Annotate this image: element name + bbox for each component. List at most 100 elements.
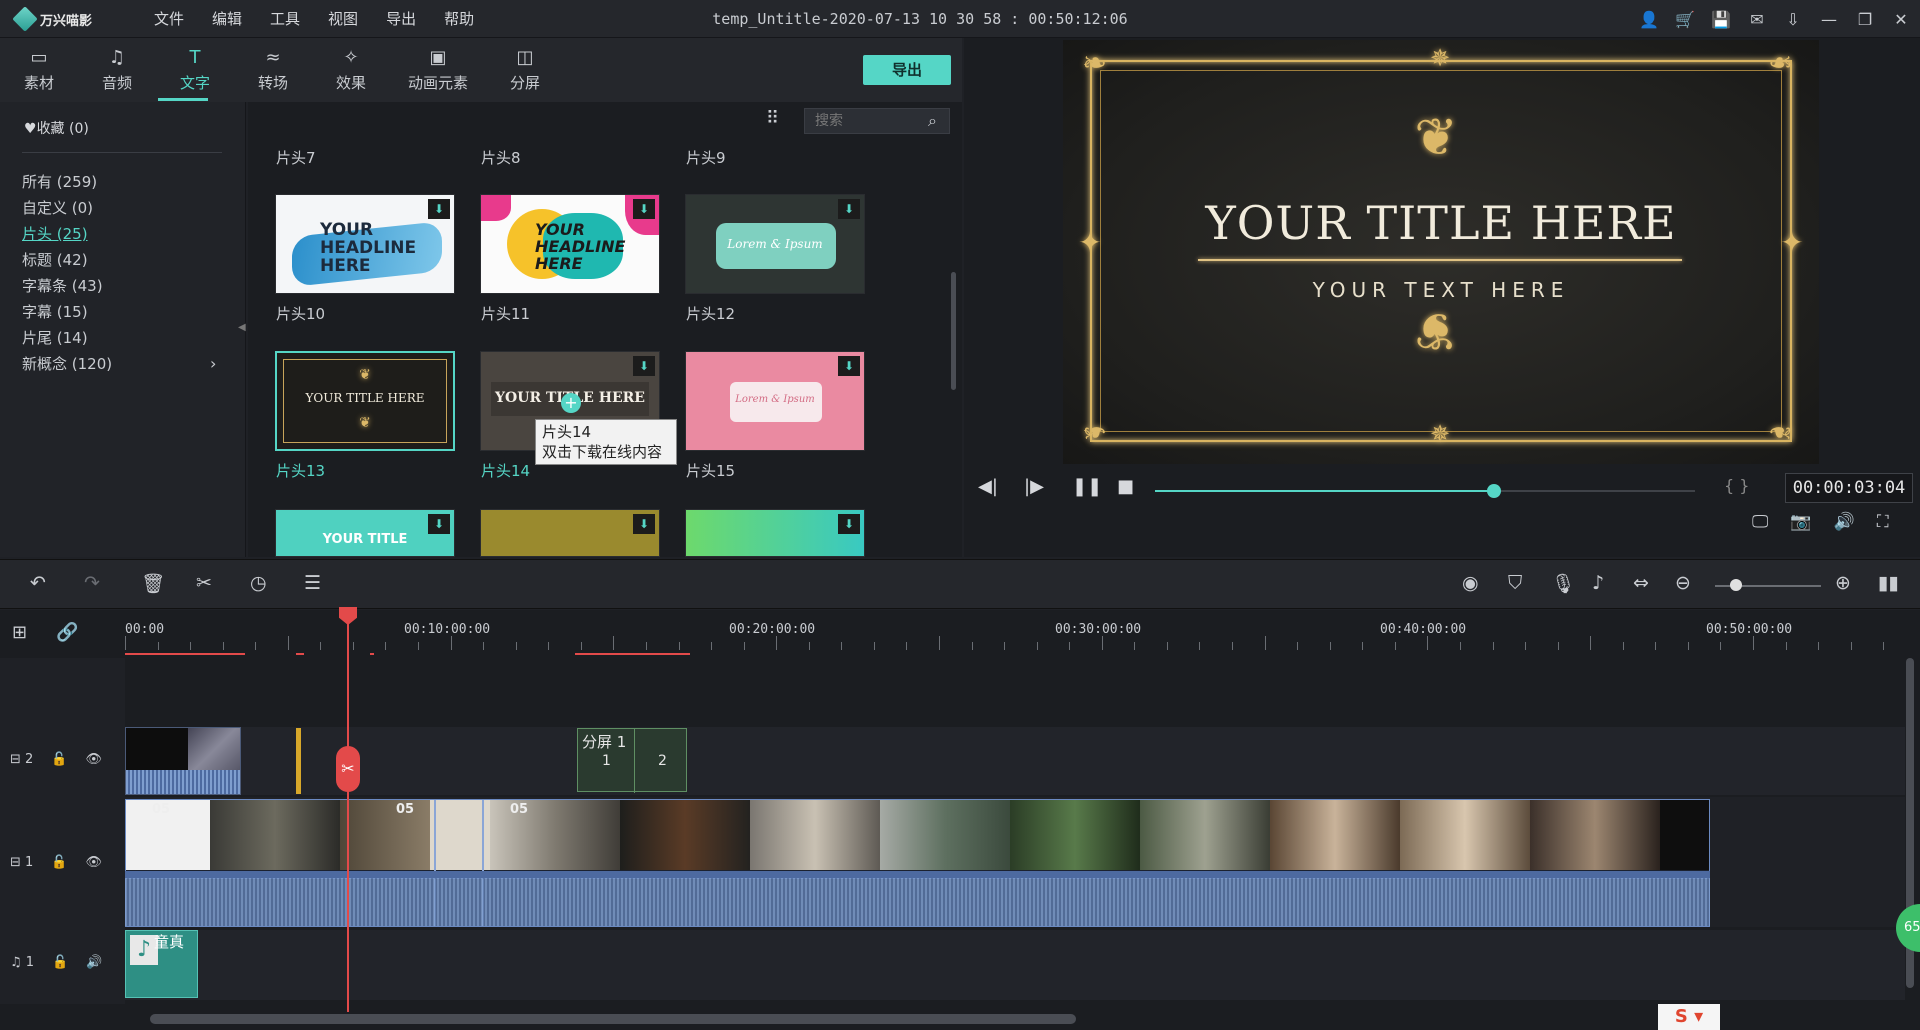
menu-tools[interactable]: 工具 [256, 0, 314, 38]
menu-export[interactable]: 导出 [372, 0, 430, 38]
download-icon[interactable]: ⬇ [633, 514, 655, 534]
category-credits[interactable]: 片尾 (14) [22, 327, 88, 348]
search-icon[interactable]: ⌕ [928, 111, 937, 131]
template-thumbnail-13[interactable]: ❦ YOUR TITLE HERE ❦ [275, 351, 455, 451]
lock-icon[interactable]: 🔓 [52, 955, 68, 970]
pause-icon[interactable]: ❚❚ [1072, 476, 1102, 497]
chevron-right-icon[interactable]: › [210, 354, 216, 373]
volume-icon[interactable]: 🔊 [1834, 512, 1855, 532]
speaker-icon[interactable]: 🔊 [86, 955, 102, 970]
eye-icon[interactable]: 👁 [86, 752, 103, 767]
template-thumbnail-15[interactable]: Lorem & Ipsum ⬇ [685, 351, 865, 451]
tab-elements[interactable]: ▣ 动画元素 [390, 38, 486, 102]
download-icon[interactable]: ⬇ [838, 356, 860, 376]
cut-icon[interactable]: ✂ [196, 572, 212, 594]
mail-icon[interactable]: ✉ [1746, 8, 1768, 30]
category-titles[interactable]: 标题 (42) [22, 249, 88, 270]
restore-icon[interactable]: ❐ [1854, 8, 1876, 30]
cart-icon[interactable]: 🛒 [1674, 8, 1696, 30]
microphone-icon[interactable]: 🎙 [1551, 572, 1575, 595]
ruler-tick [320, 642, 322, 650]
lock-icon[interactable]: 🔓 [51, 855, 67, 870]
zoom-in-icon[interactable]: ⊕ [1835, 572, 1851, 594]
template-thumbnail-11[interactable]: YOUR HEADLINE HERE ⬇ [480, 194, 660, 294]
close-icon[interactable]: ✕ [1890, 8, 1912, 30]
fullscreen-icon[interactable]: ⛶ [1877, 512, 1889, 532]
zoom-out-icon[interactable]: ⊖ [1675, 572, 1691, 594]
menu-file[interactable]: 文件 [140, 0, 198, 38]
scissors-icon[interactable]: ✂ [336, 746, 360, 792]
split-screen-clip[interactable]: 分屏 1 1 2 [577, 728, 687, 793]
ruler-tick [1818, 642, 1820, 650]
stop-icon[interactable]: ■ [1117, 476, 1134, 497]
speed-icon[interactable]: ◷ [250, 572, 267, 594]
ruler-tick [1753, 636, 1754, 650]
eye-icon[interactable]: 👁 [86, 855, 103, 870]
export-button[interactable]: 导出 [863, 55, 951, 85]
template-thumbnail-12[interactable]: Lorem & Ipsum ⬇ [685, 194, 865, 294]
download-icon[interactable]: ⬇ [633, 356, 655, 376]
tab-transition[interactable]: ≈ 转场 [234, 38, 312, 102]
display-settings-icon[interactable]: 🖵 [1752, 512, 1768, 532]
add-track-icon[interactable]: ⊞ [12, 622, 27, 643]
tab-text[interactable]: T 文字 [156, 38, 234, 102]
template-thumbnail-16[interactable]: YOUR TITLE ⬇ [275, 509, 455, 557]
marker-icon[interactable]: ⛉ [1508, 572, 1522, 594]
ornament-icon: ❦ [359, 367, 371, 383]
music-clip[interactable]: ♪ 童真 [125, 930, 198, 998]
input-method-icon[interactable]: S ▾ [1658, 1004, 1720, 1030]
template-thumbnail-10[interactable]: YOUR HEADLINE HERE ⬇ [275, 194, 455, 294]
menu-view[interactable]: 视图 [314, 0, 372, 38]
category-lower-thirds[interactable]: 字幕条 (43) [22, 275, 103, 296]
lock-icon[interactable]: 🔓 [51, 752, 67, 767]
tab-audio[interactable]: ♫ 音频 [78, 38, 156, 102]
undo-icon[interactable]: ↶ [30, 572, 46, 594]
mark-in-out[interactable]: { } [1724, 476, 1749, 495]
horizontal-scrollbar[interactable] [150, 1014, 1076, 1024]
category-subtitles[interactable]: 字幕 (15) [22, 301, 88, 322]
download-icon[interactable]: ⬇ [838, 199, 860, 219]
library-scrollbar[interactable] [951, 272, 956, 390]
tab-effects[interactable]: ✧ 效果 [312, 38, 390, 102]
collapse-icon[interactable]: ◀ [238, 322, 246, 333]
template-thumbnail-18[interactable]: ⬇ [685, 509, 865, 557]
download-icon[interactable]: ⬇ [838, 514, 860, 534]
redo-icon[interactable]: ↷ [84, 572, 100, 594]
category-opening[interactable]: 片头 (25) [22, 223, 88, 244]
download-icon[interactable]: ⬇ [428, 514, 450, 534]
download-icon[interactable]: ⬇ [633, 199, 655, 219]
playhead[interactable] [347, 607, 349, 1012]
fit-icon[interactable]: ⇔ [1633, 572, 1649, 594]
save-icon[interactable]: 💾 [1710, 8, 1732, 30]
category-custom[interactable]: 自定义 (0) [22, 197, 93, 218]
snapshot-icon[interactable]: 📷 [1790, 512, 1811, 532]
menu-edit[interactable]: 编辑 [198, 0, 256, 38]
next-frame-icon[interactable]: |▶ [1024, 476, 1044, 497]
preview-progress-handle[interactable] [1487, 484, 1502, 498]
template-thumbnail-17[interactable]: ⬇ [480, 509, 660, 557]
ruler-tick [1622, 642, 1624, 650]
minimize-icon[interactable]: — [1818, 8, 1840, 30]
category-new-concept[interactable]: 新概念 (120) [22, 353, 112, 374]
track-headers [0, 658, 125, 1004]
link-icon[interactable]: 🔗 [56, 622, 78, 643]
grid-view-icon[interactable]: ⠿ [766, 108, 779, 129]
user-icon[interactable]: 👤 [1638, 8, 1660, 30]
delete-icon[interactable]: 🗑 [141, 572, 165, 595]
layout-icon[interactable]: ▮▮ [1878, 572, 1899, 594]
download-icon[interactable]: ⇩ [1782, 8, 1804, 30]
favorites-item[interactable]: ♥收藏 (0) [24, 118, 89, 138]
category-all[interactable]: 所有 (259) [22, 171, 97, 192]
menu-help[interactable]: 帮助 [430, 0, 488, 38]
marker-clip[interactable] [296, 728, 301, 794]
adjust-icon[interactable]: ☰ [304, 572, 321, 594]
tab-media[interactable]: ▭ 素材 [0, 38, 78, 102]
voiceover-icon[interactable]: ♪ [1592, 572, 1604, 594]
add-icon[interactable]: + [561, 393, 581, 413]
download-icon[interactable]: ⬇ [428, 199, 450, 219]
render-icon[interactable]: ◉ [1462, 572, 1479, 594]
tab-split-screen[interactable]: ◫ 分屏 [486, 38, 564, 102]
time-ruler[interactable] [125, 610, 1905, 658]
video-clip[interactable] [125, 727, 241, 795]
prev-frame-icon[interactable]: ◀| [978, 476, 998, 497]
